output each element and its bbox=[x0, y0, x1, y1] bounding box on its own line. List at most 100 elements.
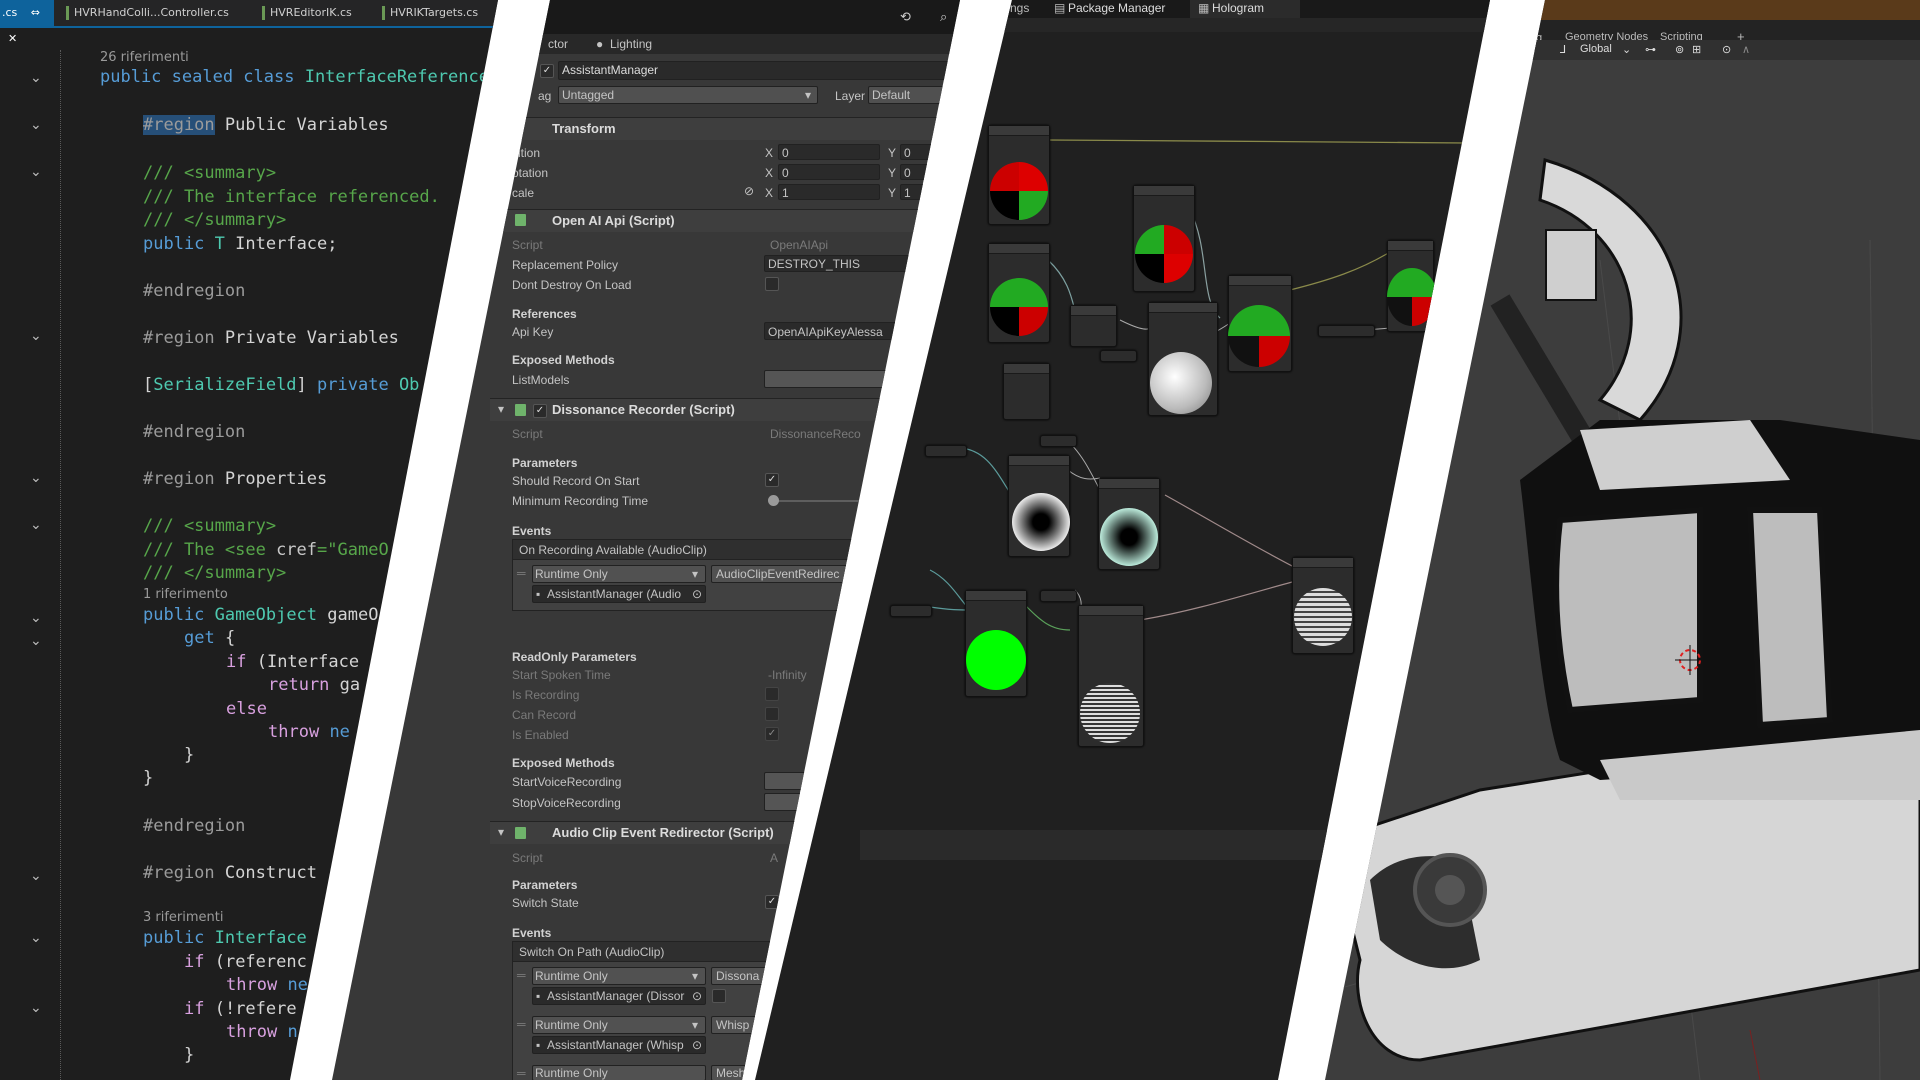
node-preview bbox=[1012, 493, 1070, 551]
scale-x-field[interactable] bbox=[778, 184, 880, 200]
tag-label: ag bbox=[538, 89, 552, 103]
code-line: #region Properties bbox=[143, 469, 328, 489]
position-x-field[interactable] bbox=[778, 144, 880, 160]
object-icon: ▪ bbox=[536, 989, 541, 1003]
editor-tab-bar: .cs ⇔ ✕ HVRHandColli...Controller.cs HVR… bbox=[0, 0, 498, 45]
should-record-checkbox[interactable]: ✓ bbox=[765, 473, 779, 487]
target-object-value: AssistantManager (Audio bbox=[547, 587, 682, 601]
graph-node[interactable] bbox=[925, 445, 967, 457]
openai-script-value: OpenAIApi bbox=[770, 238, 829, 252]
graph-node[interactable] bbox=[1040, 435, 1077, 447]
code-line: [SerializeField] private Ob bbox=[143, 375, 420, 395]
drag-handle-icon[interactable]: ═ bbox=[517, 968, 526, 982]
argument-checkbox[interactable] bbox=[712, 989, 726, 1003]
dissonance-enabled-checkbox[interactable]: ✓ bbox=[533, 404, 547, 418]
codelens-references[interactable]: 3 riferimenti bbox=[143, 910, 224, 925]
y-label: Y bbox=[888, 146, 897, 160]
fold-chevron-icon[interactable]: ⌄ bbox=[30, 117, 42, 133]
foldout-arrow-icon[interactable]: ▾ bbox=[498, 402, 504, 416]
graph-node[interactable] bbox=[1318, 325, 1375, 337]
slider-handle[interactable] bbox=[768, 495, 779, 506]
drag-handle-icon[interactable]: ═ bbox=[517, 1066, 526, 1080]
tab-hvreditorik[interactable]: HVREditorIK.cs bbox=[252, 0, 377, 26]
events-label: Events bbox=[512, 524, 552, 538]
function-value: Mesh bbox=[716, 1066, 746, 1080]
can-record-label: Can Record bbox=[512, 708, 577, 722]
fold-chevron-icon[interactable]: ⌄ bbox=[30, 1000, 42, 1016]
node-preview bbox=[990, 162, 1048, 220]
object-name: AssistantManager bbox=[562, 63, 659, 77]
start-spoken-value: -Infinity bbox=[768, 668, 807, 682]
target-object-value: AssistantManager (Dissor bbox=[547, 989, 685, 1003]
fold-chevron-icon[interactable]: ⌄ bbox=[30, 868, 42, 884]
graph-node[interactable] bbox=[1100, 350, 1137, 362]
code-line: /// </summary> bbox=[143, 563, 287, 583]
fold-chevron-icon[interactable]: ⌄ bbox=[30, 633, 42, 649]
is-enabled-label: Is Enabled bbox=[512, 728, 569, 742]
3d-cursor-icon[interactable] bbox=[1679, 649, 1701, 671]
fold-chevron-icon[interactable]: ⌄ bbox=[30, 70, 42, 86]
readonly-params-label: ReadOnly Parameters bbox=[512, 650, 637, 664]
code-line: /// <summary> bbox=[143, 163, 277, 183]
fold-chevron-icon[interactable]: ⌄ bbox=[30, 930, 42, 946]
script-label: Script bbox=[512, 238, 543, 252]
code-line: #region Construct bbox=[143, 863, 318, 883]
rotation-x-field[interactable] bbox=[778, 164, 880, 180]
tab-current-file[interactable]: .cs ⇔ ✕ bbox=[0, 0, 54, 45]
code-line: public sealed class InterfaceReference bbox=[100, 67, 489, 87]
is-recording-label: Is Recording bbox=[512, 688, 580, 702]
tab-label: HVRHandColli...Controller.cs bbox=[74, 6, 229, 19]
tab-lighting[interactable]: Lighting bbox=[610, 37, 652, 51]
object-picker-icon[interactable]: ⊙ bbox=[692, 989, 702, 1003]
switch-state-checkbox[interactable]: ✓ bbox=[765, 895, 779, 909]
tab-label: HVRIKTargets.cs bbox=[390, 6, 479, 19]
graph-node[interactable] bbox=[890, 605, 932, 617]
scale-y-value: 1 bbox=[904, 186, 911, 200]
drag-handle-icon[interactable]: ═ bbox=[517, 566, 526, 580]
codelens-references[interactable]: 1 riferimento bbox=[143, 587, 228, 602]
replacement-policy-label: Replacement Policy bbox=[512, 258, 619, 272]
node-preview bbox=[1100, 508, 1158, 566]
tab-hvrhandcolli[interactable]: HVRHandColli...Controller.cs bbox=[56, 0, 256, 26]
file-color-marker bbox=[382, 6, 385, 20]
history-icon[interactable]: ⟲ bbox=[900, 10, 911, 25]
graph-node[interactable] bbox=[1003, 363, 1050, 420]
file-color-marker bbox=[66, 6, 69, 20]
codelens-references[interactable]: 26 riferimenti bbox=[100, 50, 189, 65]
function-value: Dissona bbox=[716, 969, 760, 983]
object-picker-icon[interactable]: ⊙ bbox=[692, 1038, 702, 1052]
runtime-only-value: Runtime Only bbox=[535, 1018, 608, 1032]
runtime-only-value: Runtime Only bbox=[535, 969, 608, 983]
search-icon[interactable]: ⌕ bbox=[940, 10, 947, 25]
dont-destroy-checkbox[interactable] bbox=[765, 277, 779, 291]
file-color-marker bbox=[262, 6, 265, 20]
graph-node[interactable] bbox=[1070, 305, 1117, 347]
inspector-tab-bar bbox=[520, 34, 960, 54]
foldout-arrow-icon[interactable]: ▾ bbox=[498, 825, 504, 839]
constrain-proportions-icon[interactable]: ⊘ bbox=[744, 184, 754, 198]
position-label: sition bbox=[512, 146, 541, 160]
fold-chevron-icon[interactable]: ⌄ bbox=[30, 517, 42, 533]
redirector-script-value: A bbox=[770, 851, 779, 865]
close-icon[interactable]: ✕ bbox=[8, 32, 17, 45]
openai-title: Open AI Api (Script) bbox=[552, 213, 675, 228]
object-picker-icon[interactable]: ⊙ bbox=[692, 587, 702, 601]
fold-chevron-icon[interactable]: ⌄ bbox=[30, 470, 42, 486]
code-line: #region Public Variables bbox=[143, 115, 389, 135]
active-checkbox[interactable]: ✓ bbox=[540, 64, 554, 78]
node-preview bbox=[1150, 352, 1212, 414]
object-icon: ▪ bbox=[536, 1038, 541, 1052]
tab-hvriktargets[interactable]: HVRIKTargets.cs bbox=[372, 0, 498, 26]
references-label: References bbox=[512, 307, 577, 321]
fold-chevron-icon[interactable]: ⌄ bbox=[30, 328, 42, 344]
script-icon bbox=[515, 827, 526, 839]
fold-chevron-icon[interactable]: ⌄ bbox=[30, 610, 42, 626]
script-icon bbox=[515, 214, 526, 226]
pin-icon[interactable]: ⇔ bbox=[31, 6, 40, 19]
fold-chevron-icon[interactable]: ⌄ bbox=[30, 164, 42, 180]
code-line: } bbox=[184, 1045, 195, 1065]
code-line: if (Interface bbox=[226, 652, 360, 672]
graph-node[interactable] bbox=[1040, 590, 1077, 602]
drag-handle-icon[interactable]: ═ bbox=[517, 1017, 526, 1031]
tab-inspector[interactable]: ctor bbox=[548, 37, 568, 51]
